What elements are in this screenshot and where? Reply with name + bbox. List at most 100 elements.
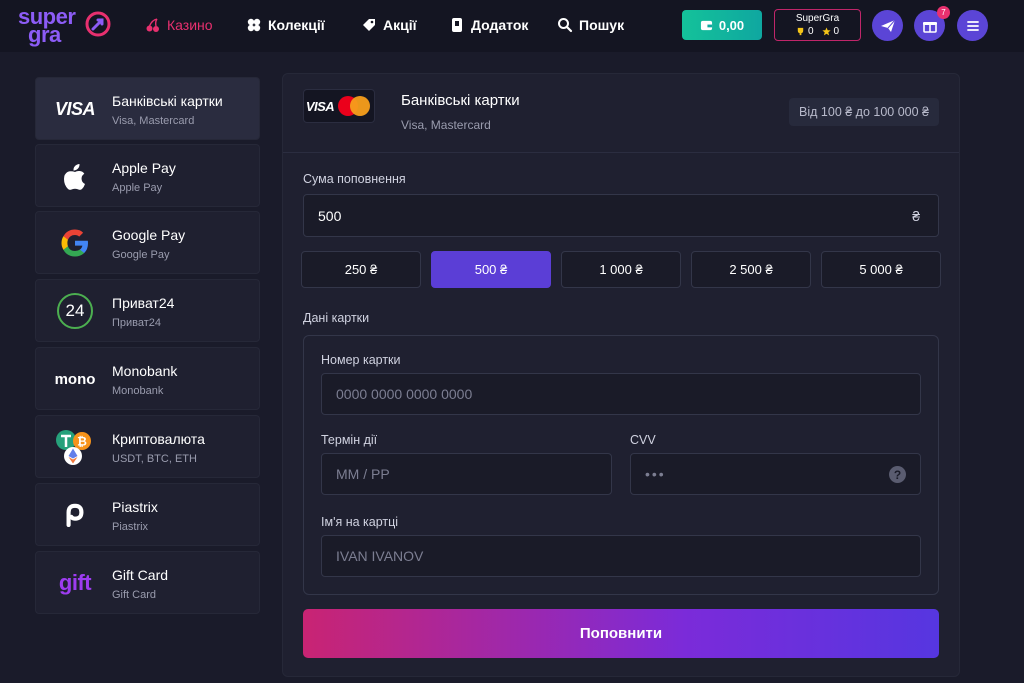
privat24-badge: 24	[57, 293, 93, 329]
card-number-input[interactable]: 0000 0000 0000 0000	[321, 373, 921, 415]
nav-promotions[interactable]: Акції	[361, 15, 417, 35]
sidebar-item-subtitle: Google Pay	[112, 249, 170, 261]
top-header: super gra Казино Колекції Акції Додаток …	[0, 0, 1024, 52]
card-section-label: Дані картки	[303, 311, 370, 325]
nav-search-label: Пошук	[579, 17, 625, 33]
sidebar-item-google-pay[interactable]: Google Pay Google Pay	[35, 211, 260, 274]
logo-text-bottom: gra	[28, 22, 61, 47]
gift-logo-text: gift	[58, 570, 92, 595]
card-number-label: Номер картки	[321, 353, 401, 367]
wallet-icon	[700, 20, 712, 30]
expiry-label: Термін дії	[321, 433, 378, 447]
deposit-submit-button[interactable]: Поповнити	[303, 609, 939, 658]
preset-2500-button[interactable]: 2 500 ₴	[691, 251, 811, 288]
sidebar-item-title: Приват24	[112, 295, 175, 311]
cvv-input[interactable]: ••• ?	[630, 453, 921, 495]
amount-label: Сума поповнення	[303, 172, 406, 186]
telegram-button[interactable]	[872, 10, 903, 41]
visa-logo: VISA	[305, 98, 335, 114]
sidebar-item-subtitle: Приват24	[112, 317, 162, 329]
sidebar-item-apple-pay[interactable]: Apple Pay Apple Pay	[35, 144, 260, 207]
sidebar-item-crypto[interactable]: ₿ Криптовалюта USDT, BTC, ETH	[35, 415, 260, 478]
monobank-icon: mono	[52, 360, 98, 398]
user-stats: 0 0	[796, 26, 839, 37]
preset-500-button[interactable]: 500 ₴	[431, 251, 551, 288]
paper-plane-icon	[880, 19, 895, 32]
clover-icon	[247, 18, 261, 32]
star-count: 0	[833, 26, 840, 37]
nav-collections[interactable]: Колекції	[246, 15, 325, 35]
sidebar-item-gift-card[interactable]: gift Gift Card Gift Card	[35, 551, 260, 614]
panel-header: VISA Банківські картки Visa, Mastercard …	[283, 74, 959, 153]
sidebar-item-title: Google Pay	[112, 227, 186, 243]
trophy-count: 0	[807, 26, 814, 37]
username: SuperGra	[795, 13, 840, 24]
panel-title: Банківські картки	[401, 92, 520, 109]
sidebar-item-subtitle: USDT, BTC, ETH	[112, 453, 197, 465]
preset-250-button[interactable]: 250 ₴	[301, 251, 421, 288]
preset-1000-button[interactable]: 1 000 ₴	[561, 251, 681, 288]
preset-label: 1 000 ₴	[599, 262, 643, 277]
star-stat: 0	[821, 26, 840, 37]
privat24-icon: 24	[52, 292, 98, 330]
nav-promotions-label: Акції	[383, 17, 417, 33]
preset-label: 250 ₴	[344, 262, 378, 277]
cardholder-name-input[interactable]: IVAN IVANOV	[321, 535, 921, 577]
sidebar-item-subtitle: Apple Pay	[112, 182, 163, 194]
menu-button[interactable]	[957, 10, 988, 41]
nav-app-label: Додаток	[471, 17, 529, 33]
preset-label: 2 500 ₴	[729, 262, 773, 277]
user-profile-box[interactable]: SuperGra 0 0	[774, 9, 861, 41]
cherries-icon	[146, 18, 159, 32]
tag-icon	[363, 19, 375, 31]
sidebar-item-title: Piastrix	[112, 499, 158, 515]
sidebar-item-subtitle: Visa, Mastercard	[112, 115, 195, 127]
sidebar-item-title: Apple Pay	[112, 160, 176, 176]
deposit-limits-text: Від 100 ₴ до 100 000 ₴	[799, 105, 929, 119]
nav-app[interactable]: Додаток	[449, 15, 528, 35]
nav-casino[interactable]: Казино	[145, 15, 213, 35]
cvv-placeholder: •••	[645, 466, 666, 482]
expiry-input[interactable]: ММ / РР	[321, 453, 612, 495]
monobank-logo-text: mono	[54, 370, 96, 388]
sidebar-item-piastrix[interactable]: Piastrix Piastrix	[35, 483, 260, 546]
balance-amount: 0,00	[718, 17, 745, 33]
sidebar-item-title: Банківські картки	[112, 93, 223, 109]
svg-text:₿: ₿	[77, 435, 87, 449]
expiry-placeholder: ММ / РР	[336, 466, 390, 482]
preset-label: 5 000 ₴	[859, 262, 903, 277]
currency-symbol: ₴	[912, 207, 920, 224]
trophy-stat: 0	[796, 26, 814, 37]
gifts-button[interactable]: 7	[914, 6, 950, 41]
sidebar-item-subtitle: Gift Card	[112, 589, 157, 601]
sidebar-item-monobank[interactable]: mono Monobank Monobank	[35, 347, 260, 410]
preset-5000-button[interactable]: 5 000 ₴	[821, 251, 941, 288]
sidebar-item-subtitle: Monobank	[112, 385, 164, 397]
amount-input[interactable]: 500 ₴	[303, 194, 939, 237]
nav-search[interactable]: Пошук	[557, 15, 624, 35]
supergra-logo[interactable]: super gra	[18, 6, 113, 48]
cvv-label: CVV	[630, 433, 656, 447]
nav-casino-label: Казино	[167, 17, 213, 33]
sidebar-item-title: Monobank	[112, 363, 178, 379]
hamburger-icon	[966, 20, 979, 31]
trophy-icon	[797, 27, 804, 36]
balance-button[interactable]: 0,00	[682, 10, 762, 40]
visa-logo-text: VISA	[54, 98, 96, 119]
sidebar-item-bank-cards[interactable]: VISA Банківські картки Visa, Mastercard	[35, 77, 260, 140]
sidebar-item-title: Gift Card	[112, 567, 169, 583]
star-icon	[821, 27, 831, 36]
help-icon[interactable]: ?	[889, 466, 906, 483]
crypto-icon: ₿	[52, 428, 98, 466]
piastrix-icon	[52, 496, 98, 534]
preset-label: 500 ₴	[474, 262, 508, 277]
nav-collections-label: Колекції	[268, 17, 325, 33]
sidebar-item-privat24[interactable]: 24 Приват24 Приват24	[35, 279, 260, 342]
deposit-limits: Від 100 ₴ до 100 000 ₴	[789, 98, 939, 126]
gift-count-badge: 7	[937, 6, 950, 19]
sidebar-item-title: Криптовалюта	[112, 431, 205, 447]
panel-subtitle: Visa, Mastercard	[401, 118, 491, 132]
gift-box-icon	[922, 21, 937, 33]
gift-icon: gift	[52, 564, 98, 602]
google-icon	[52, 224, 98, 262]
